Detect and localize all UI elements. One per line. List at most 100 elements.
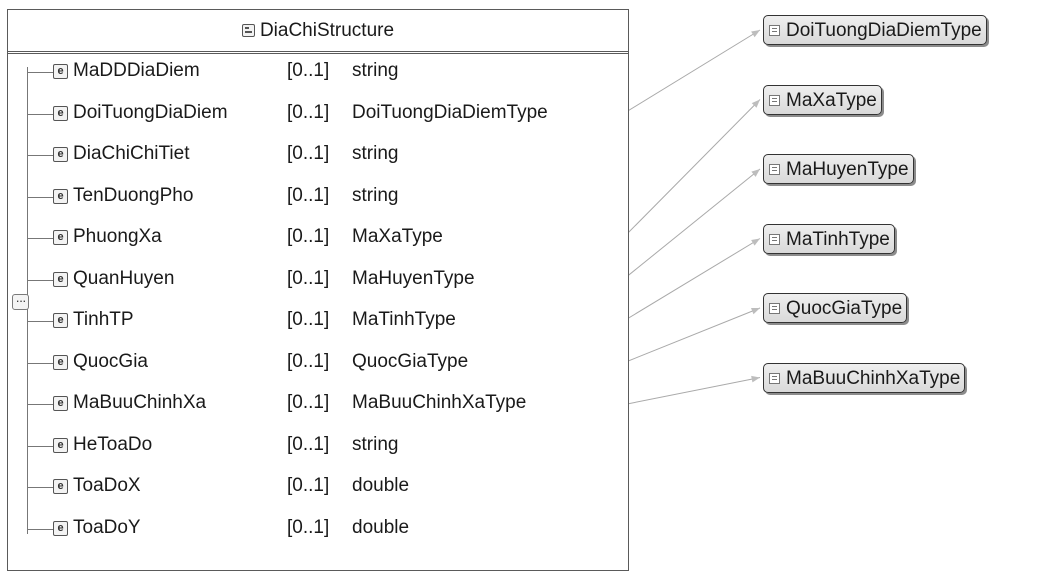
tree-branch-line [28, 404, 53, 405]
element-cardinality: [0..1] [287, 143, 330, 164]
element-cardinality: [0..1] [287, 60, 330, 81]
element-icon [53, 188, 68, 204]
tree-branch-line [28, 487, 53, 488]
element-type: string [352, 143, 399, 164]
simple-type-name: MaBuuChinhXaType [786, 367, 961, 389]
tree-branch-line [28, 155, 53, 156]
element-row[interactable]: DiaChiChiTiet [0..1] string [0, 141, 612, 171]
type-link-line [621, 307, 761, 364]
element-row[interactable]: HeToaDo [0..1] string [0, 432, 612, 462]
type-link-line [621, 238, 761, 323]
arrowhead [751, 238, 760, 246]
element-name: DiaChiChiTiet [73, 143, 190, 164]
simple-type-icon [769, 303, 780, 314]
tree-branch-line [28, 72, 53, 73]
simple-type-name: MaXaType [786, 89, 877, 111]
element-type: MaXaType [352, 226, 443, 247]
type-link-line [621, 168, 761, 281]
element-name: ToaDoY [73, 516, 141, 538]
element-row[interactable]: DoiTuongDiaDiem [0..1] DoiTuongDiaDiemType [0, 100, 612, 130]
element-row[interactable]: ToaDoY [0..1] double [0, 515, 612, 545]
arrowhead [751, 30, 760, 38]
element-name: PhuongXa [73, 226, 162, 247]
simple-type-box[interactable]: MaTinhType [763, 223, 895, 254]
element-type: MaHuyenType [352, 267, 475, 289]
element-name: DoiTuongDiaDiem [73, 101, 228, 123]
element-name: ToaDoX [73, 475, 141, 496]
tree-branch-line [28, 362, 53, 364]
element-cardinality: [0..1] [287, 433, 330, 455]
element-type: double [352, 516, 410, 538]
element-name: TenDuongPho [73, 184, 194, 206]
type-link-line [621, 377, 761, 406]
tree-branch-line [28, 445, 53, 447]
tree-branch-line [28, 321, 53, 322]
structure-header: DiaChiStructure [8, 10, 628, 54]
simple-type-name: MaHuyenType [786, 159, 909, 180]
simple-type-icon [769, 233, 780, 245]
element-icon [53, 396, 68, 411]
element-cardinality: [0..1] [287, 184, 330, 206]
element-cardinality: [0..1] [287, 475, 330, 496]
type-link-line [621, 99, 761, 240]
element-name: QuanHuyen [73, 267, 175, 289]
element-name: TinhTP [73, 309, 134, 330]
simple-type-box[interactable]: MaXaType [763, 84, 882, 115]
structure-title: DiaChiStructure [259, 20, 395, 41]
element-icon [53, 105, 68, 121]
element-icon [53, 479, 68, 494]
element-icon [53, 147, 68, 162]
simple-type-box[interactable]: DoiTuongDiaDiemType [763, 15, 987, 45]
tree-branch-line [28, 528, 53, 530]
arrowhead [751, 99, 760, 108]
element-name: QuocGia [73, 350, 148, 372]
element-type: string [352, 60, 399, 81]
element-icon [53, 271, 68, 287]
arrowhead [751, 169, 760, 177]
element-row[interactable]: TinhTP [0..1] MaTinhType [0, 307, 612, 337]
element-icon [53, 354, 68, 370]
element-name: HeToaDo [73, 433, 153, 455]
element-icon [53, 64, 68, 79]
element-icon [53, 520, 68, 536]
simple-type-name: DoiTuongDiaDiemType [786, 20, 982, 41]
element-row[interactable]: MaDDDiaDiem [0..1] string [0, 58, 612, 88]
element-row[interactable]: MaBuuChinhXa [0..1] MaBuuChinhXaType [0, 390, 612, 420]
element-cardinality: [0..1] [287, 350, 330, 372]
element-cardinality: [0..1] [287, 101, 330, 123]
element-row[interactable]: TenDuongPho [0..1] string [0, 183, 612, 213]
simple-type-icon [769, 164, 780, 175]
element-icon [53, 230, 68, 245]
element-cardinality: [0..1] [287, 516, 330, 538]
tree-branch-line [28, 238, 53, 239]
simple-type-box[interactable]: MaHuyenType [763, 154, 914, 184]
simple-type-name: QuocGiaType [786, 298, 903, 319]
element-icon [53, 313, 68, 328]
element-type: string [352, 433, 399, 455]
element-type: DoiTuongDiaDiemType [352, 101, 548, 123]
arrowhead [751, 375, 760, 383]
complex-type-icon [241, 24, 255, 37]
element-name: MaBuuChinhXa [73, 392, 207, 413]
element-type: double [352, 475, 410, 496]
element-row[interactable]: QuanHuyen [0..1] MaHuyenType [0, 266, 612, 296]
element-cardinality: [0..1] [287, 226, 330, 247]
simple-type-icon [769, 94, 780, 106]
element-type: MaTinhType [352, 309, 456, 330]
simple-type-name: MaTinhType [786, 228, 890, 250]
element-cardinality: [0..1] [287, 267, 330, 289]
element-cardinality: [0..1] [287, 309, 330, 330]
arrowhead [751, 308, 760, 315]
element-type: MaBuuChinhXaType [352, 392, 527, 413]
simple-type-box[interactable]: MaBuuChinhXaType [763, 362, 966, 393]
element-cardinality: [0..1] [287, 392, 330, 413]
element-type: QuocGiaType [352, 350, 469, 372]
element-icon [53, 437, 68, 453]
element-row[interactable]: PhuongXa [0..1] MaXaType [0, 224, 612, 254]
element-type: string [352, 184, 399, 206]
tree-branch-line [28, 113, 53, 115]
tree-branch-line [28, 196, 53, 198]
simple-type-box[interactable]: QuocGiaType [763, 293, 908, 323]
element-row[interactable]: ToaDoX [0..1] double [0, 473, 612, 503]
element-row[interactable]: QuocGia [0..1] QuocGiaType [0, 349, 612, 379]
